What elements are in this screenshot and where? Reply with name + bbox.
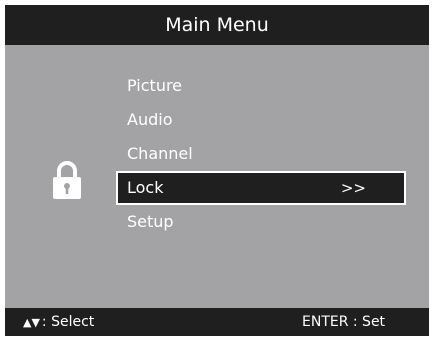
select-hint: ▲▼ : Select	[23, 314, 94, 330]
menu-item-label: Setup	[127, 212, 174, 231]
menu-header: Main Menu	[5, 5, 429, 45]
enter-set-hint: ENTER : Set	[302, 314, 386, 330]
up-down-arrows-icon: ▲▼	[23, 315, 40, 329]
menu-item-label: Audio	[127, 110, 173, 129]
menu-item-label: Lock	[127, 178, 164, 197]
select-hint-label: : Select	[41, 314, 95, 330]
menu-title: Main Menu	[165, 14, 269, 36]
menu-item-audio[interactable]: Audio	[116, 103, 406, 137]
menu-item-label: Channel	[127, 144, 193, 163]
menu-item-label: Picture	[127, 76, 183, 95]
tv-main-menu: Main Menu Picture Audio Channel Lock >> …	[5, 5, 429, 336]
submenu-indicator: >>	[340, 179, 366, 197]
menu-list: Picture Audio Channel Lock >> Setup	[116, 69, 406, 239]
menu-footer: ▲▼ : Select ENTER : Set	[5, 308, 429, 336]
menu-item-setup[interactable]: Setup	[116, 205, 406, 239]
menu-item-picture[interactable]: Picture	[116, 69, 406, 103]
menu-item-channel[interactable]: Channel	[116, 137, 406, 171]
menu-item-lock[interactable]: Lock >>	[116, 171, 406, 205]
lock-icon	[53, 161, 81, 199]
